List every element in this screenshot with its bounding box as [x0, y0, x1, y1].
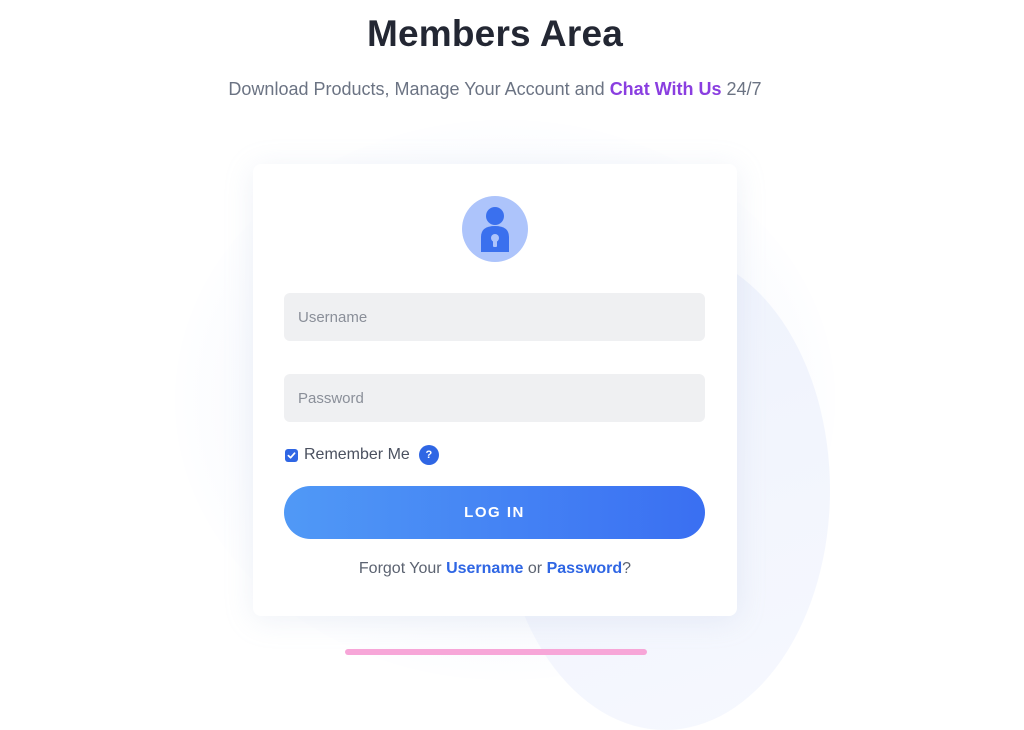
forgot-suffix: ? — [622, 560, 632, 577]
forgot-credentials-text: Forgot Your Username or Password? — [253, 560, 737, 578]
user-lock-icon — [462, 196, 528, 262]
subtitle-suffix: 24/7 — [721, 79, 762, 99]
page-title: Members Area — [366, 13, 624, 54]
login-card: Remember Me ? LOG IN Forgot Your Usernam… — [253, 164, 737, 616]
remember-me-label[interactable]: Remember Me — [304, 446, 410, 464]
user-lock-icon-svg — [481, 207, 509, 252]
forgot-or: or — [523, 560, 547, 577]
chat-with-us-link[interactable]: Chat With Us — [610, 79, 722, 99]
remember-me-checkbox[interactable] — [285, 448, 298, 462]
pink-decoration-bar — [345, 649, 647, 655]
help-icon[interactable]: ? — [418, 445, 439, 465]
forgot-prefix: Forgot Your — [358, 560, 447, 577]
remember-me-row: Remember Me ? — [285, 444, 439, 466]
password-input[interactable] — [284, 374, 705, 422]
login-button[interactable]: LOG IN — [284, 486, 705, 539]
subtitle-prefix: Download Products, Manage Your Account a… — [228, 79, 610, 99]
page-subtitle: Download Products, Manage Your Account a… — [0, 79, 990, 100]
username-input[interactable] — [284, 293, 705, 341]
forgot-password-link[interactable]: Password — [547, 560, 623, 577]
checkmark-icon — [287, 451, 296, 459]
forgot-username-link[interactable]: Username — [446, 560, 523, 577]
